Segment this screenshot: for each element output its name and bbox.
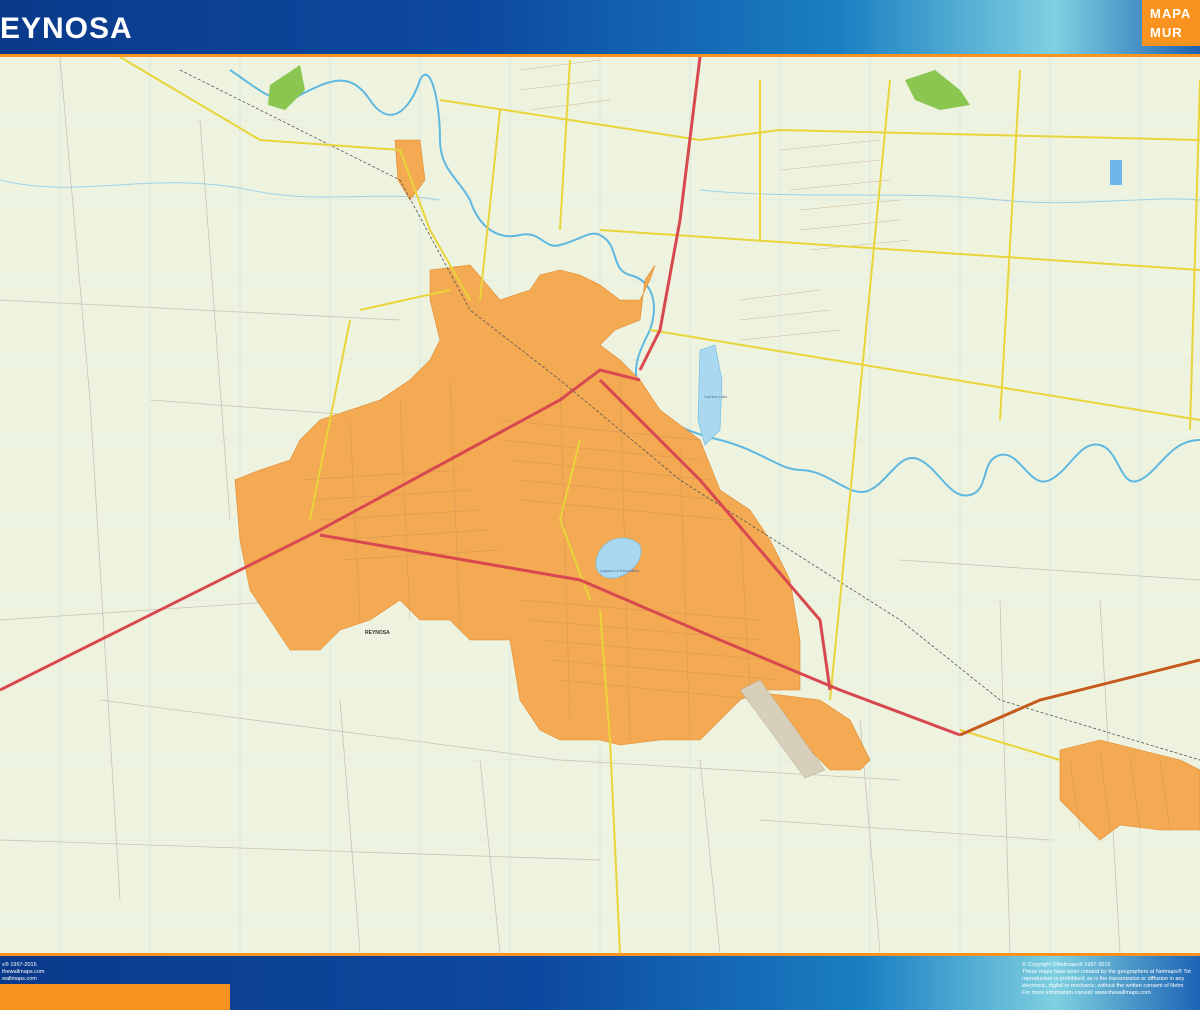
footer-left-line: thewallmaps.com bbox=[2, 969, 45, 975]
brand-line-2: MUR bbox=[1150, 25, 1183, 40]
brand-line-1: MAPA bbox=[1150, 6, 1192, 21]
header-bar: EYNOSA MAPA MUR bbox=[0, 0, 1200, 54]
canal bbox=[699, 189, 1200, 204]
copyright-line: reproduction is prohibited; as is the tr… bbox=[1022, 976, 1185, 982]
copyright-line: © Copyright ©Netmaps® 1997-2015 bbox=[1022, 962, 1111, 968]
copyright-line: These maps have been created by the geog… bbox=[1022, 969, 1191, 975]
footer-left-line: wallmaps.com bbox=[2, 976, 37, 982]
river-secondary bbox=[0, 179, 441, 201]
park-area bbox=[268, 65, 305, 110]
water-block bbox=[1110, 160, 1122, 185]
street-map[interactable]: REYNOSA Laguna La Escondida Carrera Lake bbox=[0, 57, 1200, 953]
lake-north-label: Carrera Lake bbox=[704, 394, 728, 399]
city-label: REYNOSA bbox=[365, 630, 390, 636]
copyright-line: For more information consult: www.thewal… bbox=[1022, 990, 1151, 996]
footer-copyright: © Copyright ©Netmaps® 1997-2015 These ma… bbox=[1022, 962, 1191, 997]
urban-area-reynosa bbox=[234, 139, 1200, 841]
map-poster: EYNOSA MAPA MUR REYNOSA Laguna La Escond… bbox=[0, 0, 1200, 1010]
footer-accent bbox=[0, 984, 230, 1010]
map-title: EYNOSA bbox=[0, 12, 133, 45]
copyright-line: electronic, digital or mechanic; without… bbox=[1022, 983, 1184, 989]
footer-left-line: s® 1997-2015 bbox=[2, 962, 37, 968]
brand-badge: MAPA MUR bbox=[1142, 0, 1200, 46]
lake-label: Laguna La Escondida bbox=[600, 568, 639, 573]
footer-left-text: s® 1997-2015 thewallmaps.com wallmaps.co… bbox=[2, 962, 45, 983]
